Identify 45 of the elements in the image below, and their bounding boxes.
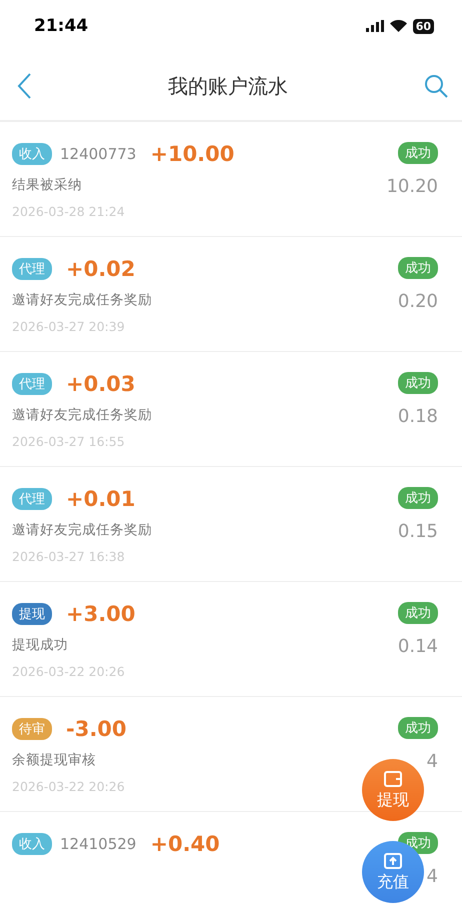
status-tag: 成功 (398, 487, 438, 509)
type-tag: 代理 (12, 373, 52, 395)
upload-icon (383, 852, 403, 870)
order-number: 12400773 (60, 145, 136, 163)
balance: 0.18 (398, 406, 438, 427)
description: 邀请好友完成任务奖励 (12, 291, 152, 309)
type-tag: 收入 (12, 143, 52, 165)
wifi-icon (390, 20, 407, 32)
description: 余额提现审核 (12, 751, 97, 769)
status-tag: 成功 (398, 602, 438, 624)
signal-icon (366, 20, 384, 32)
description: 邀请好友完成任务奖励 (12, 406, 152, 424)
description: 提现成功 (12, 636, 69, 654)
balance: 0.15 (398, 521, 438, 542)
page-title: 我的账户流水 (168, 72, 288, 100)
balance: 10.20 (386, 176, 438, 197)
search-icon[interactable] (424, 74, 448, 98)
status-time: 21:44 (34, 16, 88, 36)
status-tag: 成功 (398, 257, 438, 279)
type-tag: 代理 (12, 488, 52, 510)
type-tag: 收入 (12, 833, 52, 855)
amount: -3.00 (66, 717, 127, 741)
back-icon[interactable] (16, 72, 32, 100)
order-number: 12410529 (60, 835, 136, 853)
balance: 0.20 (398, 291, 438, 312)
balance: 4 (426, 751, 438, 772)
amount: +0.01 (66, 487, 136, 511)
type-tag: 代理 (12, 258, 52, 280)
withdraw-button[interactable]: 提现 (362, 759, 424, 821)
status-tag: 成功 (398, 717, 438, 739)
balance: 0.14 (398, 636, 438, 657)
status-tag: 成功 (398, 372, 438, 394)
amount: +0.02 (66, 257, 136, 281)
amount: +10.00 (150, 142, 234, 166)
wallet-icon (383, 770, 403, 788)
type-tag: 提现 (12, 603, 52, 625)
amount: +3.00 (66, 602, 136, 626)
type-tag: 待审 (12, 718, 52, 740)
battery-icon: 60 (412, 18, 434, 34)
amount: +0.40 (150, 832, 220, 856)
amount: +0.03 (66, 372, 136, 396)
balance: 4 (426, 866, 438, 887)
description: 结果被采纳 (12, 176, 83, 194)
status-tag: 成功 (398, 142, 438, 164)
description: 邀请好友完成任务奖励 (12, 521, 152, 539)
